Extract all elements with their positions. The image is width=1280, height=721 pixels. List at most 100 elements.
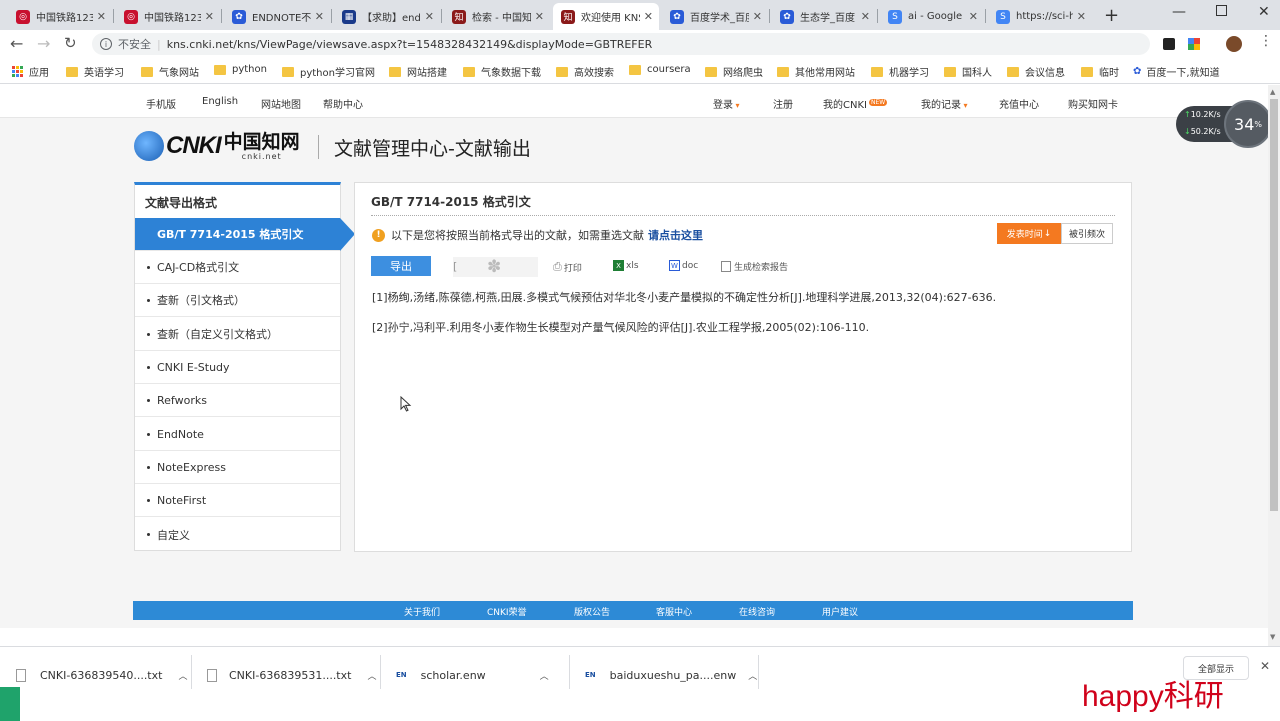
bookmark-folder[interactable]: 网站搭建: [389, 64, 447, 79]
sidebar-item-endnote[interactable]: EndNote: [135, 418, 340, 451]
footer-link[interactable]: 在线咨询: [739, 605, 775, 618]
bookmark-apps[interactable]: 应用: [12, 64, 49, 79]
nav-mycnki-link[interactable]: 我的CNKI NEW: [823, 96, 888, 111]
folder-icon: [463, 66, 475, 77]
sidebar-item-noteexpress[interactable]: NoteExpress: [135, 451, 340, 484]
browser-tab[interactable]: 知 检索 - 中国知网 ✕: [444, 3, 550, 30]
bookmark-folder[interactable]: coursera: [629, 64, 691, 75]
close-icon[interactable]: ✕: [644, 10, 653, 23]
chevron-up-icon[interactable]: ︿: [748, 669, 757, 682]
address-bar[interactable]: i 不安全 | kns.cnki.net/kns/ViewPage/viewsa…: [92, 33, 1150, 55]
bookmark-baidu[interactable]: ✿ 百度一下,就知道: [1133, 64, 1220, 79]
bookmark-folder[interactable]: 气象网站: [141, 64, 199, 79]
sidebar-item-cajcd[interactable]: CAJ-CD格式引文: [135, 251, 340, 284]
bookmark-folder[interactable]: 会议信息: [1007, 64, 1065, 79]
url-text[interactable]: kns.cnki.net/kns/ViewPage/viewsave.aspx?…: [167, 38, 653, 51]
close-icon[interactable]: ✕: [535, 10, 544, 23]
doc-button[interactable]: Wdoc: [669, 260, 698, 271]
bookmark-folder[interactable]: python: [214, 64, 267, 75]
info-icon[interactable]: i: [100, 38, 112, 50]
extension-icon[interactable]: [1188, 38, 1200, 50]
report-button[interactable]: 生成检索报告: [721, 260, 788, 273]
bookmark-folder[interactable]: python学习官网: [282, 64, 375, 79]
nav-buy-card-link[interactable]: 购买知网卡: [1068, 96, 1118, 111]
bookmark-folder[interactable]: 机器学习: [871, 64, 929, 79]
chevron-up-icon[interactable]: ︿: [178, 669, 187, 682]
close-icon[interactable]: ✕: [1077, 10, 1086, 23]
maximize-icon[interactable]: [1216, 5, 1227, 16]
nav-mobile-link[interactable]: 手机版: [146, 96, 176, 111]
close-icon[interactable]: ✕: [205, 10, 214, 23]
scroll-down-icon[interactable]: ▼: [1270, 633, 1275, 641]
back-icon[interactable]: ←: [10, 34, 23, 53]
download-item[interactable]: CNKI-636839531....txt ︿: [207, 663, 376, 687]
chevron-up-icon[interactable]: ︿: [540, 669, 549, 682]
footer-link[interactable]: 客服中心: [656, 605, 692, 618]
close-icon[interactable]: ✕: [97, 10, 106, 23]
sidebar-item-chaxin[interactable]: 查新（引文格式）: [135, 284, 340, 317]
nav-login-link[interactable]: 登录 ▾: [713, 96, 740, 111]
sort-by-date-button[interactable]: 发表时间 ↓: [997, 223, 1061, 244]
reselect-link[interactable]: 请点击这里: [648, 227, 703, 243]
menu-icon[interactable]: ⋮: [1259, 33, 1273, 49]
nav-help-link[interactable]: 帮助中心: [323, 96, 363, 111]
download-item[interactable]: EN baiduxueshu_pa....enw ︿: [585, 663, 757, 687]
sidebar-item-refworks[interactable]: Refworks: [135, 384, 340, 417]
browser-tab[interactable]: S ai - Google ✕: [880, 3, 984, 30]
close-icon[interactable]: ✕: [315, 10, 324, 23]
bookmark-folder[interactable]: 高效搜索: [556, 64, 614, 79]
scrollbar-thumb[interactable]: [1270, 99, 1278, 511]
footer-link[interactable]: CNKI荣誉: [487, 605, 527, 618]
cnki-logo[interactable]: CNKI 中国知网 cnki.net: [134, 126, 300, 166]
close-downloads-icon[interactable]: ✕: [1260, 659, 1270, 673]
bookmark-folder[interactable]: 国科人: [944, 64, 992, 79]
export-button[interactable]: 导出: [371, 256, 431, 276]
download-item[interactable]: CNKI-636839540....txt ︿: [16, 663, 187, 687]
close-icon[interactable]: ✕: [753, 10, 762, 23]
browser-tab[interactable]: ✿ 百度学术_百度 ✕: [662, 3, 768, 30]
chevron-up-icon[interactable]: ︿: [367, 669, 376, 682]
nav-records-link[interactable]: 我的记录 ▾: [921, 96, 968, 111]
sidebar-item-notefirst[interactable]: NoteFirst: [135, 484, 340, 517]
bookmark-folder[interactable]: 其他常用网站: [777, 64, 855, 79]
minimize-icon[interactable]: —: [1172, 4, 1186, 20]
footer-link[interactable]: 用户建议: [822, 605, 858, 618]
browser-tab[interactable]: S https://sci-hub ✕: [988, 3, 1092, 30]
xls-button[interactable]: Xxls: [613, 260, 639, 271]
close-icon[interactable]: ✕: [425, 10, 434, 23]
sidebar-item-custom[interactable]: 自定义: [135, 518, 340, 551]
browser-tab-active[interactable]: 知 欢迎使用 KNS ✕: [553, 3, 659, 30]
sidebar-item-chaxin-custom[interactable]: 查新（自定义引文格式）: [135, 318, 340, 351]
bookmark-folder[interactable]: 网络爬虫: [705, 64, 763, 79]
footer-link[interactable]: 版权公告: [574, 605, 610, 618]
sort-by-citations-button[interactable]: 被引频次: [1061, 223, 1113, 244]
avatar[interactable]: [1226, 36, 1242, 52]
window-close-icon[interactable]: ✕: [1258, 4, 1270, 20]
browser-tab[interactable]: ▦ 【求助】endnote ✕: [334, 3, 440, 30]
print-button[interactable]: ⎙ 打印: [553, 260, 582, 274]
close-icon[interactable]: ✕: [861, 10, 870, 23]
page-scrollbar[interactable]: ▲ ▼: [1268, 85, 1280, 646]
bookmark-folder[interactable]: 气象数据下载: [463, 64, 541, 79]
network-speed-widget[interactable]: ↑10.2K/s ↓50.2K/s 34%: [1176, 100, 1272, 148]
bookmark-folder[interactable]: 临时: [1081, 64, 1119, 79]
nav-sitemap-link[interactable]: 网站地图: [261, 96, 301, 111]
close-icon[interactable]: ✕: [969, 10, 978, 23]
download-item[interactable]: EN scholar.enw ︿: [396, 663, 549, 687]
reload-icon[interactable]: ↻: [64, 34, 77, 52]
browser-tab[interactable]: ✿ ENDNOTE不 ✕: [224, 3, 330, 30]
browser-tab[interactable]: ◎ 中国铁路12306 ✕: [116, 3, 220, 30]
new-tab-icon[interactable]: +: [1104, 5, 1119, 26]
sidebar-item-estudy[interactable]: CNKI E-Study: [135, 351, 340, 384]
sidebar-item-gbt7714[interactable]: GB/T 7714-2015 格式引文: [135, 218, 340, 251]
nav-english-link[interactable]: English: [202, 96, 238, 107]
nav-register-link[interactable]: 注册: [773, 96, 793, 111]
browser-tab[interactable]: ✿ 生态学_百度 ✕: [772, 3, 876, 30]
extension-icon[interactable]: [1163, 38, 1175, 50]
nav-recharge-link[interactable]: 充值中心: [999, 96, 1039, 111]
browser-tab[interactable]: ◎ 中国铁路12306 ✕: [8, 3, 112, 30]
scroll-up-icon[interactable]: ▲: [1270, 88, 1275, 96]
forward-icon[interactable]: →: [37, 34, 50, 53]
footer-link[interactable]: 关于我们: [404, 605, 440, 618]
bookmark-folder[interactable]: 英语学习: [66, 64, 124, 79]
